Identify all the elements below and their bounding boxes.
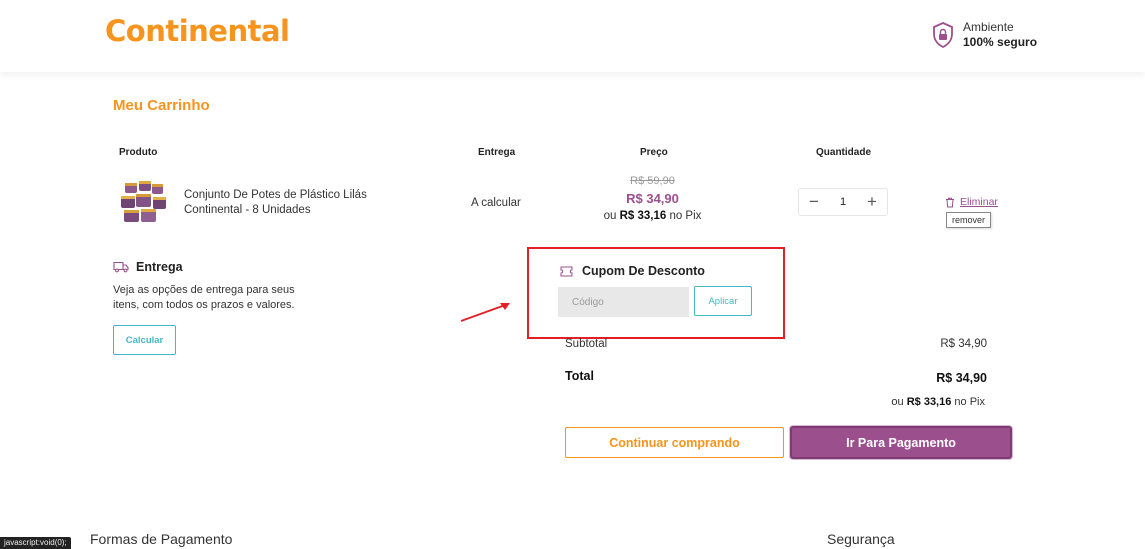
coupon-title: Cupom De Desconto	[582, 264, 705, 278]
remove-label[interactable]: Eliminar	[960, 196, 998, 208]
minus-icon[interactable]: −	[807, 192, 821, 212]
current-price: R$ 34,90	[626, 191, 679, 206]
footer-security-title: Segurança	[827, 531, 895, 547]
total-label: Total	[565, 369, 594, 383]
old-price: R$ 59,90	[630, 175, 675, 187]
apply-coupon-button[interactable]: Aplicar	[694, 286, 752, 316]
remove-tooltip: remover	[946, 212, 992, 228]
shipping-title: Entrega	[136, 260, 183, 274]
secure-text: Ambiente 100% seguro	[963, 20, 1037, 50]
product-thumbnail[interactable]	[119, 180, 169, 224]
annotation-arrow-icon	[460, 303, 510, 322]
continue-shopping-button[interactable]: Continuar comprando	[565, 427, 784, 458]
quantity-stepper: − 1 +	[798, 188, 888, 216]
total-pix-price: ou R$ 33,16 no Pix	[891, 396, 985, 408]
browser-status-bar: javascript:void(0);	[0, 537, 71, 549]
footer-payments-title: Formas de Pagamento	[90, 531, 233, 547]
column-header-delivery: Entrega	[478, 147, 516, 158]
page-title: Meu Carrinho	[113, 97, 210, 114]
secure-line2: 100% seguro	[963, 35, 1038, 49]
shipping-description: Veja as opções de entrega para seus iten…	[113, 284, 295, 311]
column-header-price: Preço	[640, 147, 668, 158]
product-name[interactable]: Conjunto De Potes de Plástico Lilás Cont…	[184, 188, 394, 218]
truck-icon	[113, 261, 129, 273]
remove-item-link[interactable]: Eliminar	[945, 196, 998, 208]
calculate-shipping-button[interactable]: Calcular	[113, 325, 176, 355]
pix-prefix: ou	[603, 210, 620, 222]
column-header-product: Produto	[119, 147, 158, 158]
delivery-value: A calcular	[471, 197, 521, 209]
pix-value: R$ 33,16	[619, 210, 667, 222]
ticket-icon	[560, 266, 573, 276]
total-pix-prefix: ou	[891, 396, 907, 408]
plus-icon[interactable]: +	[865, 192, 879, 212]
pix-price: ou R$ 33,16 no Pix	[590, 210, 715, 222]
quantity-value[interactable]: 1	[840, 196, 846, 208]
coupon-code-input[interactable]	[558, 287, 689, 317]
pix-suffix: no Pix	[666, 210, 702, 222]
total-pix-value: R$ 33,16	[906, 396, 952, 408]
column-header-quantity: Quantidade	[816, 147, 872, 158]
trash-icon	[946, 197, 954, 207]
subtotal-value: R$ 34,90	[940, 338, 987, 350]
shipping-header: Entrega	[113, 260, 183, 274]
subtotal-label: Subtotal	[565, 338, 608, 350]
logo[interactable]: Continental	[105, 14, 290, 48]
coupon-header: Cupom De Desconto	[560, 264, 705, 278]
go-to-payment-button[interactable]: Ir Para Pagamento	[790, 426, 1012, 459]
total-value: R$ 34,90	[936, 371, 987, 385]
shield-lock-icon	[933, 22, 953, 48]
secure-line1: Ambiente	[963, 20, 1014, 34]
secure-badge: Ambiente 100% seguro	[932, 20, 1037, 50]
site-header: Continental Ambiente 100% seguro	[0, 0, 1145, 72]
total-pix-suffix: no Pix	[951, 396, 985, 408]
